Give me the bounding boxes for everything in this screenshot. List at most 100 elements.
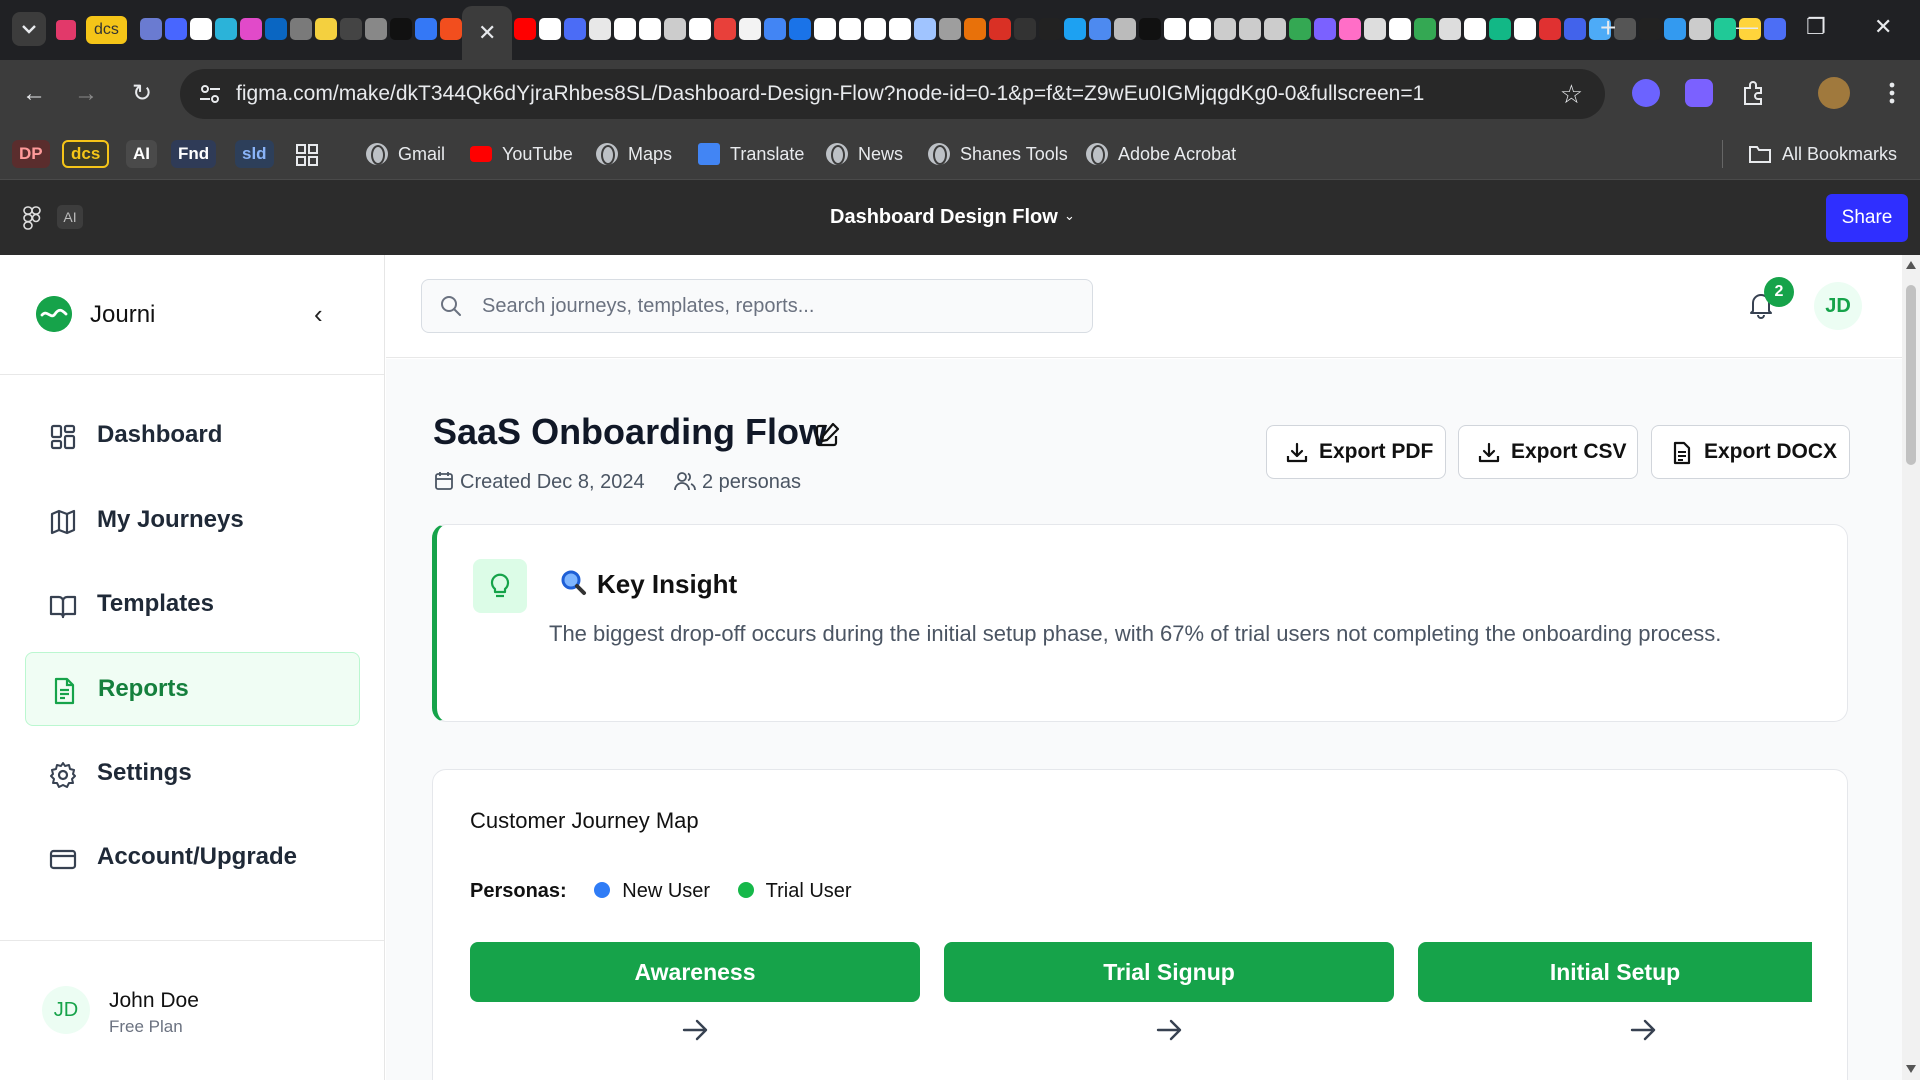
tab-favicon[interactable] — [1439, 18, 1461, 40]
collapse-sidebar-button[interactable]: ‹ — [314, 299, 323, 330]
tab-favicon[interactable] — [839, 18, 861, 40]
tab-favicon[interactable] — [1364, 18, 1386, 40]
tab-favicon[interactable] — [789, 18, 811, 40]
forward-button[interactable]: → — [70, 78, 102, 110]
tab-favicon[interactable] — [1039, 18, 1061, 40]
bookmark-shanes-tools[interactable]: Shanes Tools — [928, 138, 1068, 170]
tab-favicon[interactable] — [1214, 18, 1236, 40]
bookmark-chip[interactable]: sld — [235, 140, 274, 168]
site-settings-icon[interactable] — [198, 82, 222, 106]
profile-avatar[interactable] — [1818, 77, 1850, 109]
tab-favicon[interactable] — [315, 18, 337, 40]
active-tab[interactable]: ✕ — [462, 6, 512, 60]
persona-new-user[interactable]: New User — [594, 880, 710, 902]
tab-favicon[interactable] — [1189, 18, 1211, 40]
stage-initial-setup[interactable]: Initial Setup — [1418, 942, 1812, 1002]
sidebar-item-my-journeys[interactable]: My Journeys — [25, 484, 360, 558]
sidebar-item-reports[interactable]: Reports — [25, 652, 360, 726]
tab-favicon[interactable] — [290, 18, 312, 40]
back-button[interactable]: ← — [18, 78, 50, 110]
tab-favicon[interactable] — [415, 18, 437, 40]
tab-favicon[interactable] — [215, 18, 237, 40]
page-scrollbar[interactable] — [1902, 255, 1920, 1080]
tab-favicon[interactable] — [964, 18, 986, 40]
search-input[interactable] — [482, 280, 1072, 332]
tab-favicon[interactable] — [714, 18, 736, 40]
bookmark-gmail[interactable]: Gmail — [366, 138, 445, 170]
tab-favicon[interactable] — [1164, 18, 1186, 40]
tab-favicon[interactable] — [639, 18, 661, 40]
figma-file-title[interactable]: Dashboard Design Flow — [830, 180, 1058, 255]
avatar[interactable]: JD — [1814, 282, 1862, 330]
export-csv-button[interactable]: Export CSV — [1458, 425, 1638, 479]
ai-badge[interactable]: AI — [57, 205, 83, 229]
more-menu-icon[interactable] — [1878, 79, 1906, 107]
scroll-down-arrow[interactable] — [1906, 1065, 1916, 1073]
tab-favicon[interactable] — [1289, 18, 1311, 40]
persona-trial-user[interactable]: Trial User — [737, 880, 852, 902]
tab-favicon[interactable] — [140, 18, 162, 40]
tab-favicon[interactable] — [864, 18, 886, 40]
tab-favicon[interactable] — [1514, 18, 1536, 40]
minimize-button[interactable]: — — [1736, 14, 1758, 40]
tab-favicon[interactable] — [764, 18, 786, 40]
tab-favicon[interactable] — [1339, 18, 1361, 40]
sidebar-item-dashboard[interactable]: Dashboard — [25, 399, 360, 473]
extension-icon[interactable] — [1632, 79, 1660, 107]
tab-favicon[interactable] — [564, 18, 586, 40]
tab-favicon[interactable] — [1639, 18, 1661, 40]
tab-favicon[interactable] — [440, 18, 462, 40]
user-profile[interactable]: JD John Doe Free Plan — [0, 940, 384, 1080]
tab-favicon[interactable] — [1764, 18, 1786, 40]
tab-favicon[interactable] — [1389, 18, 1411, 40]
tab-favicon[interactable] — [1239, 18, 1261, 40]
tab-favicon[interactable] — [1614, 18, 1636, 40]
tab-favicon[interactable] — [240, 18, 262, 40]
tab-favicon[interactable] — [514, 18, 536, 40]
new-tab-button[interactable]: + — [1600, 12, 1616, 44]
tab-favicon[interactable] — [1689, 18, 1711, 40]
tab-favicon[interactable] — [989, 18, 1011, 40]
tab-favicon[interactable] — [1664, 18, 1686, 40]
export-docx-button[interactable]: Export DOCX — [1651, 425, 1850, 479]
tab-favicon[interactable] — [939, 18, 961, 40]
bookmark-youtube[interactable]: YouTube — [470, 138, 573, 170]
sidebar-item-settings[interactable]: Settings — [25, 737, 360, 811]
extension-icon[interactable] — [1685, 79, 1713, 107]
tab-favicon[interactable] — [814, 18, 836, 40]
tab-favicon[interactable] — [689, 18, 711, 40]
tab-favicon[interactable] — [365, 18, 387, 40]
tab-favicon[interactable] — [165, 18, 187, 40]
stage-trial-signup[interactable]: Trial Signup — [944, 942, 1394, 1002]
tab-favicon[interactable] — [1714, 18, 1736, 40]
stage-awareness[interactable]: Awareness — [470, 942, 920, 1002]
chevron-down-icon[interactable]: ⌄ — [1064, 208, 1075, 224]
tab-favicon[interactable] — [390, 18, 412, 40]
bookmark-chip[interactable]: Fnd — [171, 140, 217, 168]
tab-favicon[interactable] — [1564, 18, 1586, 40]
address-bar[interactable]: figma.com/make/dkT344Qk6dYjraRhbes8SL/Da… — [180, 69, 1605, 119]
share-button[interactable]: Share — [1826, 194, 1908, 242]
tab-favicon[interactable] — [664, 18, 686, 40]
export-pdf-button[interactable]: Export PDF — [1266, 425, 1446, 479]
bookmark-adobe-acrobat[interactable]: Adobe Acrobat — [1086, 138, 1236, 170]
tab-favicon[interactable] — [1489, 18, 1511, 40]
tab-favicon[interactable] — [1314, 18, 1336, 40]
tab-favicon[interactable] — [739, 18, 761, 40]
search-box[interactable] — [421, 279, 1093, 333]
tab-favicon[interactable] — [1139, 18, 1161, 40]
tab-favicon[interactable] — [1539, 18, 1561, 40]
pinned-tab-dcs[interactable]: dcs — [86, 16, 127, 44]
tab-favicon[interactable] — [1464, 18, 1486, 40]
tab-favicon[interactable] — [1414, 18, 1436, 40]
tab-favicon[interactable] — [889, 18, 911, 40]
tab-favicon[interactable] — [539, 18, 561, 40]
close-window-button[interactable]: ✕ — [1874, 14, 1892, 40]
bookmark-chip[interactable]: dcs — [62, 140, 110, 168]
tab-favicon[interactable] — [1014, 18, 1036, 40]
tab-favicon[interactable] — [265, 18, 287, 40]
figma-logo-icon[interactable] — [22, 206, 42, 230]
tab-favicon[interactable] — [1264, 18, 1286, 40]
tab-search-button[interactable] — [12, 12, 46, 46]
edit-icon[interactable] — [814, 422, 840, 448]
